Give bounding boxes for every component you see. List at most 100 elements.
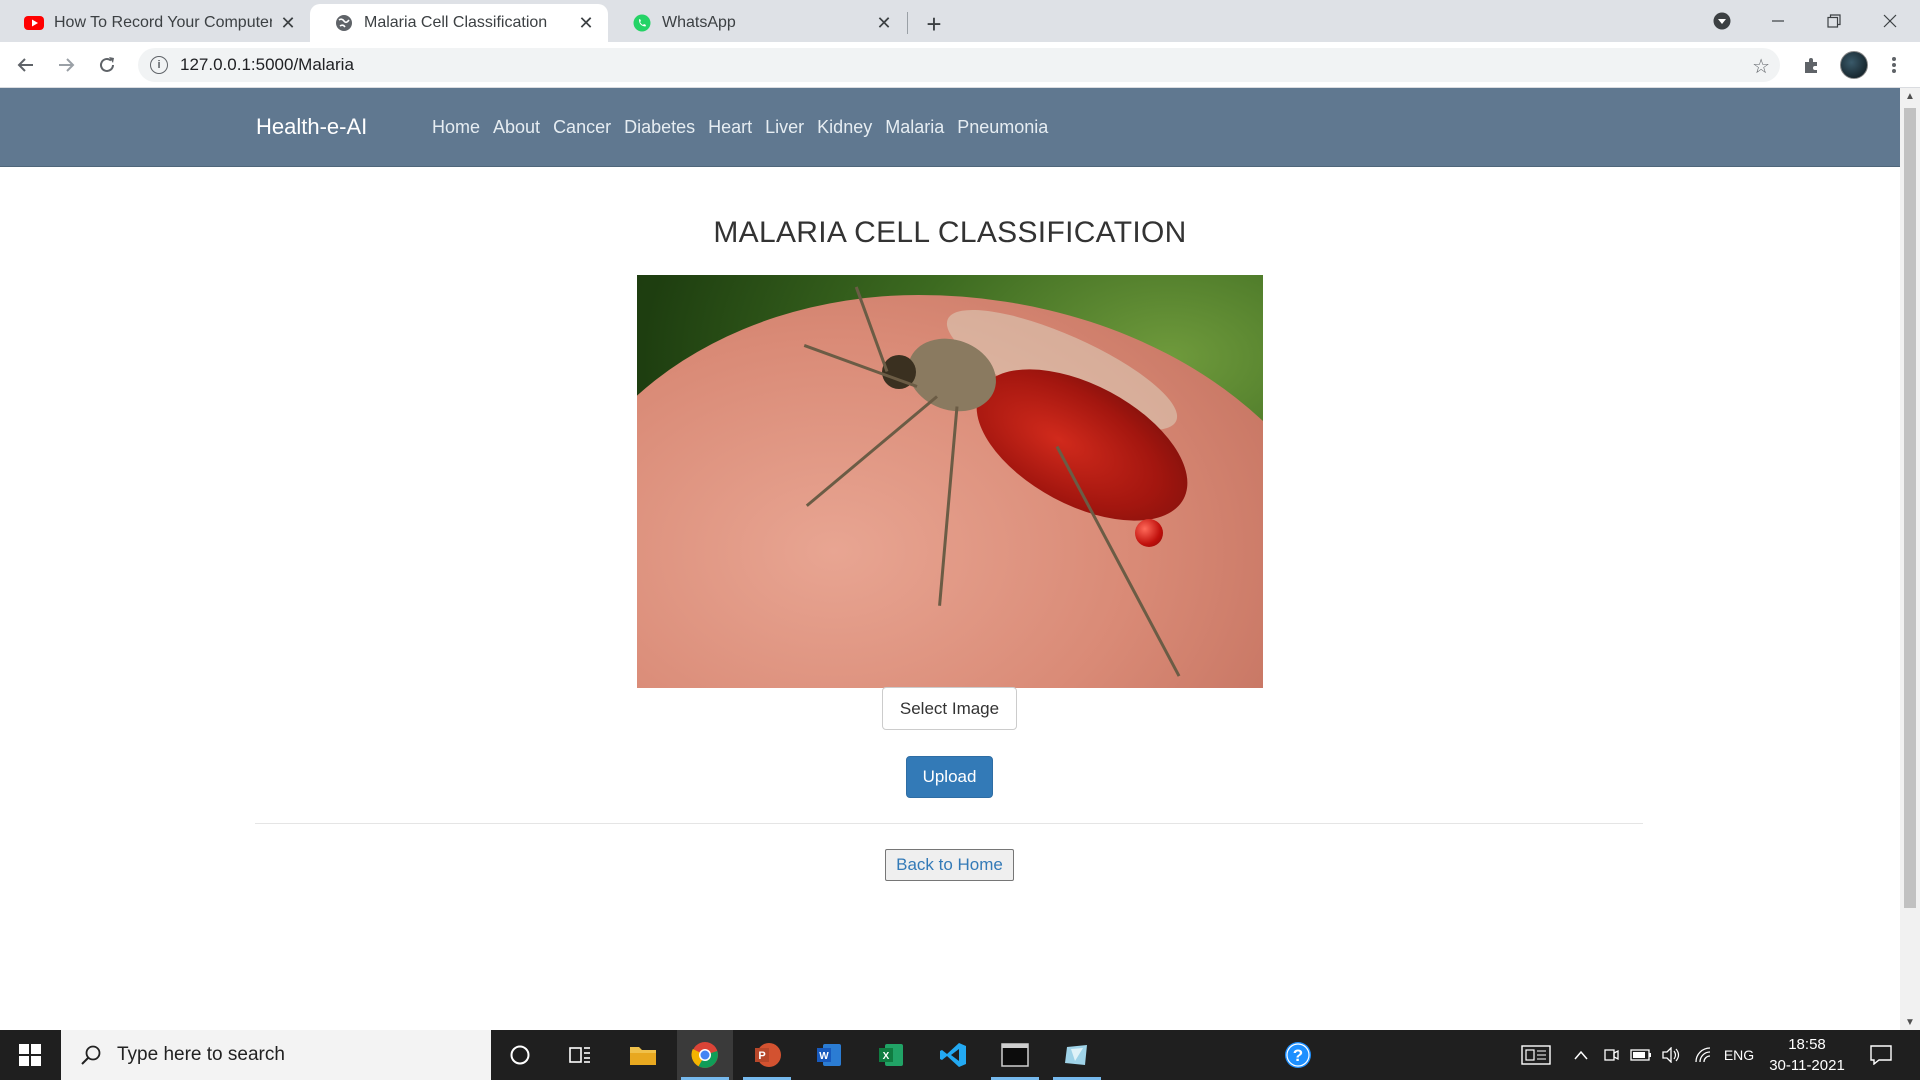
vscode-icon (940, 1043, 966, 1067)
address-bar[interactable]: i 127.0.0.1:5000/Malaria ☆ (138, 48, 1780, 82)
nav-link-about[interactable]: About (493, 117, 540, 138)
taskbar-app[interactable] (1049, 1030, 1105, 1080)
news-icon (1521, 1045, 1551, 1065)
tab-title: How To Record Your Computer S (54, 14, 272, 31)
close-window-button[interactable] (1862, 0, 1918, 42)
page-scrollbar[interactable]: ▲ ▼ (1900, 88, 1920, 1030)
arrow-left-icon (17, 58, 33, 72)
taskbar-vscode[interactable] (925, 1030, 981, 1080)
back-button[interactable] (10, 49, 42, 81)
info-icon[interactable]: i (150, 56, 168, 74)
reload-icon (100, 57, 114, 72)
svg-text:P: P (758, 1050, 765, 1062)
taskbar-clock[interactable]: 18:58 30-11-2021 (1762, 1034, 1852, 1076)
minimize-button[interactable] (1750, 0, 1806, 42)
tab-title: WhatsApp (662, 14, 736, 31)
brand-link[interactable]: Health-e-AI (256, 114, 367, 140)
close-icon[interactable]: ✕ (278, 13, 298, 33)
restore-button[interactable] (1806, 0, 1862, 42)
tab-search-button[interactable] (1694, 0, 1750, 42)
taskbar-file-explorer[interactable] (615, 1030, 671, 1080)
browser-tab-strip: How To Record Your Computer S ✕ Malaria … (0, 0, 1920, 42)
browser-toolbar: i 127.0.0.1:5000/Malaria ☆ (0, 42, 1920, 88)
clock-date: 30-11-2021 (1769, 1057, 1845, 1074)
news-button[interactable] (1516, 1030, 1556, 1080)
word-icon: W (817, 1044, 841, 1066)
nav-link-cancer[interactable]: Cancer (553, 117, 611, 138)
scroll-thumb[interactable] (1904, 108, 1916, 908)
new-tab-button[interactable]: + (918, 8, 950, 40)
profile-avatar[interactable] (1840, 51, 1868, 79)
nav-link-malaria[interactable]: Malaria (885, 117, 944, 138)
app-icon (1065, 1045, 1087, 1065)
close-icon[interactable]: ✕ (874, 13, 894, 33)
extensions-button[interactable] (1796, 49, 1828, 81)
cortana-button[interactable] (492, 1030, 548, 1080)
start-button[interactable] (0, 1030, 60, 1080)
tab-malaria[interactable]: Malaria Cell Classification ✕ (310, 4, 608, 42)
wifi-icon[interactable] (1690, 1030, 1716, 1080)
notification-button[interactable] (1864, 1030, 1898, 1080)
restore-icon (1827, 14, 1841, 28)
blood-drop (1135, 519, 1163, 547)
nav-link-pneumonia[interactable]: Pneumonia (957, 117, 1048, 138)
taskbar-chrome[interactable] (677, 1030, 733, 1080)
minimize-icon (1772, 20, 1784, 22)
chrome-icon (691, 1042, 718, 1068)
close-icon[interactable]: ✕ (576, 13, 596, 33)
select-image-button[interactable]: Select Image (882, 687, 1017, 730)
powerpoint-icon: P (755, 1043, 781, 1067)
arrow-right-icon (59, 58, 75, 72)
tab-separator (907, 12, 908, 34)
taskbar-terminal[interactable] (987, 1030, 1043, 1080)
chevron-up-icon[interactable] (1570, 1030, 1592, 1080)
taskbar-search[interactable]: Type here to search (61, 1030, 491, 1080)
page-viewport: Health-e-AI Home About Cancer Diabetes H… (0, 88, 1900, 1030)
nav-link-liver[interactable]: Liver (765, 117, 804, 138)
nav-link-heart[interactable]: Heart (708, 117, 752, 138)
scroll-up-icon[interactable]: ▲ (1900, 88, 1920, 104)
svg-text:X: X (883, 1051, 890, 1062)
youtube-icon (24, 13, 44, 33)
url-text[interactable]: 127.0.0.1:5000/Malaria (180, 55, 354, 75)
help-icon: ? (1285, 1042, 1311, 1068)
windows-logo-icon (19, 1044, 41, 1066)
close-icon (1883, 14, 1897, 28)
task-view-button[interactable] (552, 1030, 608, 1080)
back-to-home-button[interactable]: Back to Home (885, 849, 1014, 881)
svg-text:W: W (819, 1051, 829, 1062)
reload-button[interactable] (91, 49, 123, 81)
nav-links: Home About Cancer Diabetes Heart Liver K… (432, 117, 1048, 138)
terminal-icon (1001, 1043, 1029, 1067)
forward-button[interactable] (50, 49, 82, 81)
clock-time: 18:58 (1788, 1036, 1826, 1053)
upload-button[interactable]: Upload (906, 756, 993, 798)
nav-link-kidney[interactable]: Kidney (817, 117, 872, 138)
taskbar-help[interactable]: ? (1270, 1030, 1326, 1080)
taskbar-excel[interactable]: X (863, 1030, 919, 1080)
volume-icon[interactable] (1658, 1030, 1684, 1080)
menu-button[interactable] (1878, 49, 1910, 81)
mosquito-hero-image (637, 275, 1263, 688)
scroll-down-icon[interactable]: ▼ (1900, 1014, 1920, 1030)
globe-icon (334, 13, 354, 33)
tab-youtube[interactable]: How To Record Your Computer S ✕ (0, 4, 310, 42)
bookmark-star-icon[interactable]: ☆ (1752, 54, 1770, 79)
tab-whatsapp[interactable]: WhatsApp ✕ (608, 4, 906, 42)
tab-title: Malaria Cell Classification (364, 14, 548, 31)
nav-link-home[interactable]: Home (432, 117, 480, 138)
divider (255, 823, 1643, 824)
language-indicator[interactable]: ENG (1720, 1030, 1758, 1080)
folder-icon (630, 1047, 656, 1065)
puzzle-icon (1805, 58, 1817, 73)
svg-text:?: ? (1293, 1046, 1303, 1065)
task-view-icon (569, 1047, 590, 1063)
taskbar-word[interactable]: W (801, 1030, 857, 1080)
kebab-menu-icon (1892, 57, 1896, 73)
battery-icon[interactable] (1628, 1030, 1654, 1080)
notification-icon (1870, 1045, 1892, 1065)
nav-link-diabetes[interactable]: Diabetes (624, 117, 695, 138)
meet-now-icon[interactable] (1600, 1030, 1622, 1080)
taskbar-powerpoint[interactable]: P (739, 1030, 795, 1080)
search-icon (77, 1041, 105, 1069)
